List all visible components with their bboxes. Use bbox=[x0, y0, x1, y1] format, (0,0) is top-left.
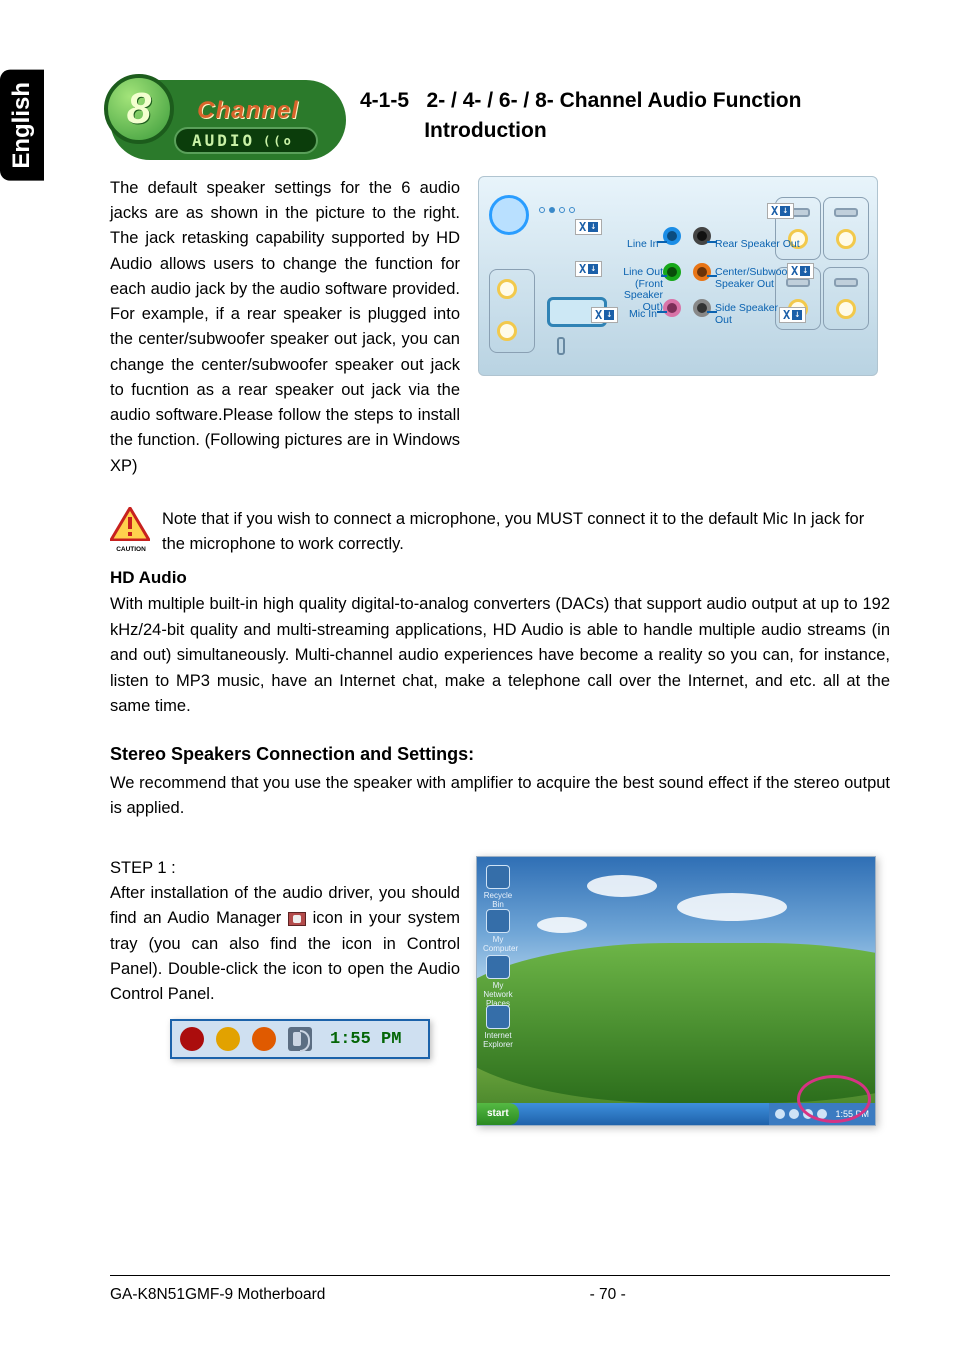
indicator-dots bbox=[539, 207, 575, 213]
label-side-out: Side Speaker Out bbox=[715, 303, 778, 326]
soundwave-icon: ((o bbox=[263, 134, 294, 148]
desktop-icon-ie: Internet Explorer bbox=[483, 1005, 513, 1049]
tray-icon-audio-manager bbox=[252, 1027, 276, 1051]
label-line-out-1: Line Out bbox=[623, 266, 663, 278]
tray-dot-1 bbox=[775, 1109, 785, 1119]
hd-audio-heading: HD Audio bbox=[110, 568, 890, 588]
spdif-port bbox=[489, 195, 529, 235]
step1-label: STEP 1 : bbox=[110, 856, 460, 881]
header-row: 8 Channel AUDIO ((o 4-1-5 2- / 4- / 6- /… bbox=[110, 80, 890, 160]
intro-two-column: The default speaker settings for the 6 a… bbox=[110, 176, 890, 479]
jack-side-out bbox=[693, 299, 711, 317]
section-title-line2: Introduction bbox=[424, 119, 546, 142]
label-mic-in: Mic In bbox=[629, 309, 657, 321]
system-tray-figure: 1:55 PM bbox=[170, 1019, 430, 1059]
stereo-paragraph: We recommend that you use the speaker wi… bbox=[110, 771, 890, 822]
tray-clock: 1:55 PM bbox=[330, 1030, 401, 1049]
label-line-in: Line In bbox=[627, 239, 659, 251]
highlight-circle bbox=[797, 1075, 871, 1123]
label-center-out-2: Speaker Out bbox=[715, 278, 774, 290]
language-tab: English bbox=[0, 70, 44, 181]
usb-stack-4 bbox=[823, 267, 869, 330]
page-content: 8 Channel AUDIO ((o 4-1-5 2- / 4- / 6- /… bbox=[110, 80, 890, 1126]
stereo-heading: Stereo Speakers Connection and Settings: bbox=[110, 744, 890, 765]
jack-center-out bbox=[693, 263, 711, 281]
label-side-out-2: Out bbox=[715, 314, 732, 326]
step1-paragraph: After installation of the audio driver, … bbox=[110, 881, 460, 1007]
jack-mic-in bbox=[663, 299, 681, 317]
tray-dot-2 bbox=[789, 1109, 799, 1119]
footer-rule bbox=[110, 1275, 890, 1277]
jack-line-out bbox=[663, 263, 681, 281]
hd-audio-paragraph: With multiple built-in high quality digi… bbox=[110, 592, 890, 720]
tray-icon-shield bbox=[216, 1027, 240, 1051]
section-heading: 4-1-5 2- / 4- / 6- / 8- Channel Audio Fu… bbox=[360, 80, 801, 147]
panel-background: Line In Line Out (Front Speaker Out) Mic… bbox=[478, 176, 878, 376]
label-rear-out: Rear Speaker Out bbox=[715, 239, 800, 251]
callout-4: X↓ bbox=[767, 203, 794, 219]
section-number: 4-1-5 bbox=[360, 89, 409, 112]
desktop-icon-mycomputer: My Computer bbox=[483, 909, 513, 953]
start-button: start bbox=[477, 1103, 519, 1125]
label-side-out-1: Side Speaker bbox=[715, 302, 778, 314]
intro-paragraph: The default speaker settings for the 6 a… bbox=[110, 176, 460, 479]
tray-icon-volume bbox=[288, 1027, 312, 1051]
logo-audio-pill: AUDIO ((o bbox=[174, 127, 318, 154]
callout-5: X↓ bbox=[787, 263, 814, 279]
section-title-line1: 2- / 4- / 6- / 8- Channel Audio Function bbox=[427, 89, 802, 112]
desktop-icon-network: My Network Places bbox=[483, 955, 513, 1008]
logo-number-eight: 8 bbox=[104, 74, 174, 144]
footer-model: GA-K8N51GMF-9 Motherboard bbox=[110, 1286, 325, 1304]
tray-icon-network bbox=[180, 1027, 204, 1051]
callout-3: X↓ bbox=[591, 307, 618, 323]
desktop-screenshot: Recycle Bin My Computer My Network Place… bbox=[476, 856, 876, 1126]
logo-audio-text: AUDIO bbox=[192, 131, 255, 150]
desktop-icon-recycle: Recycle Bin bbox=[483, 865, 513, 909]
rear-panel-figure: Line In Line Out (Front Speaker Out) Mic… bbox=[478, 176, 890, 376]
caution-icon: CAUTION bbox=[110, 507, 152, 543]
channel-audio-logo: 8 Channel AUDIO ((o bbox=[110, 80, 346, 160]
audio-manager-icon bbox=[288, 912, 306, 926]
step1-row: STEP 1 : After installation of the audio… bbox=[110, 856, 890, 1126]
footer-page-number: - 70 - bbox=[325, 1286, 890, 1304]
caution-text: Note that if you wish to connect a micro… bbox=[162, 507, 890, 558]
usb-stack-3 bbox=[823, 197, 869, 260]
callout-6: X↓ bbox=[779, 307, 806, 323]
port-frame-left bbox=[489, 269, 535, 353]
small-port bbox=[557, 337, 565, 355]
callout-2: X↓ bbox=[575, 261, 602, 277]
page-footer: GA-K8N51GMF-9 Motherboard - 70 - bbox=[110, 1286, 890, 1304]
callout-1: X↓ bbox=[575, 219, 602, 235]
step1-text-column: STEP 1 : After installation of the audio… bbox=[110, 856, 460, 1059]
logo-channel-text: Channel bbox=[197, 97, 299, 125]
caution-block: CAUTION Note that if you wish to connect… bbox=[110, 507, 890, 558]
caution-label: CAUTION bbox=[110, 546, 152, 553]
